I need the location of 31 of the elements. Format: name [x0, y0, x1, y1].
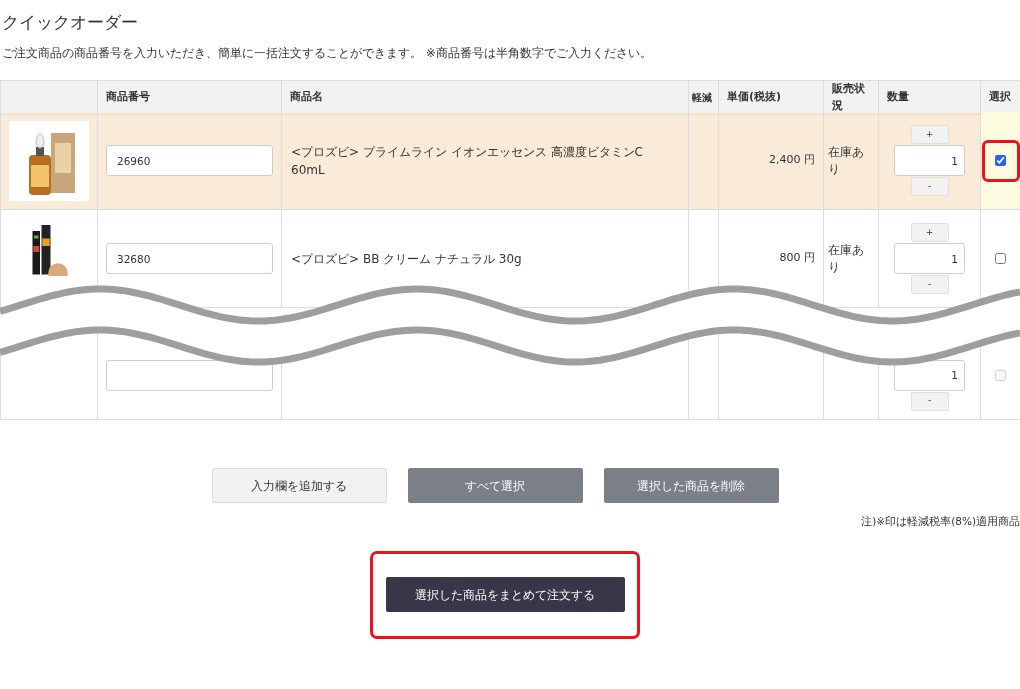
action-button[interactable]: すべて選択 — [407, 468, 583, 503]
description-text: ご注文商品の商品番号を入力いただき、簡単に一括注文することができます。 ※商品番号は半角数字でご入力ください。 — [1, 45, 653, 62]
increase-button[interactable]: + — [910, 223, 949, 242]
column-header: 販売状況 — [832, 81, 866, 114]
select-checkbox[interactable] — [995, 253, 1006, 264]
increase-button[interactable]: + — [910, 125, 949, 144]
page-title: クイックオーダー — [1, 11, 139, 34]
stock-status: 在庫あり — [828, 143, 865, 178]
price-text: 800 円 — [779, 250, 815, 267]
product-number-field[interactable]: 32680 — [106, 243, 273, 274]
quantity-field[interactable]: 1 — [894, 243, 965, 274]
column-header: 選択 — [989, 89, 1011, 106]
decrease-button[interactable]: - — [910, 177, 949, 196]
column-header: 単価(税抜) — [727, 89, 782, 106]
product-number-field[interactable]: 26960 — [106, 145, 273, 176]
column-header: 商品名 — [290, 89, 323, 106]
stock-status: 在庫あり — [828, 241, 865, 276]
product-name: <プロズビ> BB クリーム ナチュラル 30g — [291, 250, 522, 268]
tax-note: 注)※印は軽減税率(8%)適用商品 — [861, 514, 1020, 529]
select-checkbox[interactable] — [995, 155, 1006, 166]
decrease-button[interactable]: - — [910, 275, 949, 294]
price-text: 2,400 円 — [769, 152, 815, 169]
column-header: 軽減 — [692, 91, 712, 105]
column-header: 商品番号 — [106, 89, 150, 106]
order-button[interactable]: 選択した商品をまとめて注文する — [385, 577, 625, 613]
action-button[interactable]: 入力欄を追加する — [211, 468, 387, 503]
highlight-frame — [981, 139, 1020, 182]
product-name: <プロズビ> プライムライン イオンエッセンス 高濃度ビタミンC 60mL — [291, 143, 644, 179]
action-button[interactable]: 選択した商品を削除 — [603, 468, 779, 503]
quantity-field[interactable]: 1 — [894, 145, 965, 176]
column-header: 数量 — [887, 89, 909, 106]
